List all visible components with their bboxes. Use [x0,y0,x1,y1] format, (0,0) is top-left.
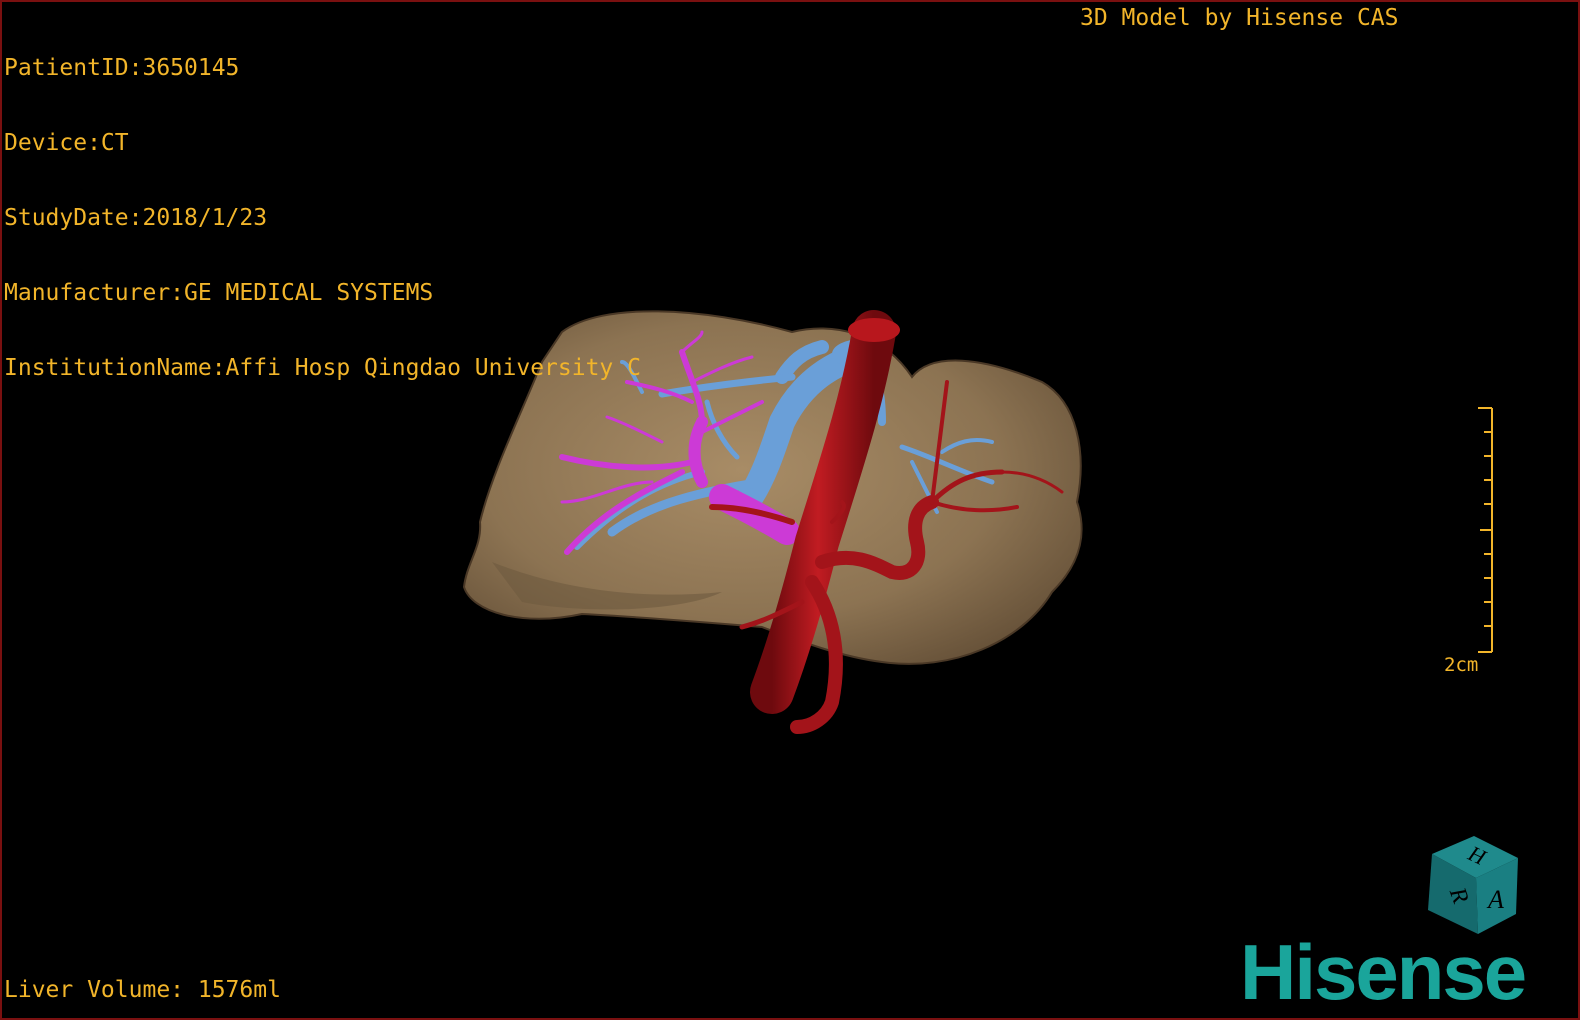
liver-volume-label: Liver Volume: 1576ml [4,977,281,1003]
3d-viewport[interactable]: PatientID:3650145 Device:CT StudyDate:20… [0,0,1580,1020]
manufacturer-text: Manufacturer:GE MEDICAL SYSTEMS [4,280,434,306]
patient-info-panel: PatientID:3650145 Device:CT StudyDate:20… [4,6,641,431]
hisense-logo: Hisense [1240,928,1527,1016]
scale-bar-icon [1478,407,1493,653]
orientation-cube-icon[interactable]: H R A [1418,834,1528,939]
device-text: Device:CT [4,130,129,156]
institution-text: InstitutionName:Affi Hosp Qingdao Univer… [4,355,641,381]
scale-bar-label: 2cm [1444,654,1479,676]
patient-id-text: PatientID:3650145 [4,55,240,81]
study-date-text: StudyDate:2018/1/23 [4,205,268,231]
cube-letter-a: A [1486,885,1504,914]
model-attribution-label: 3D Model by Hisense CAS [1080,5,1399,31]
